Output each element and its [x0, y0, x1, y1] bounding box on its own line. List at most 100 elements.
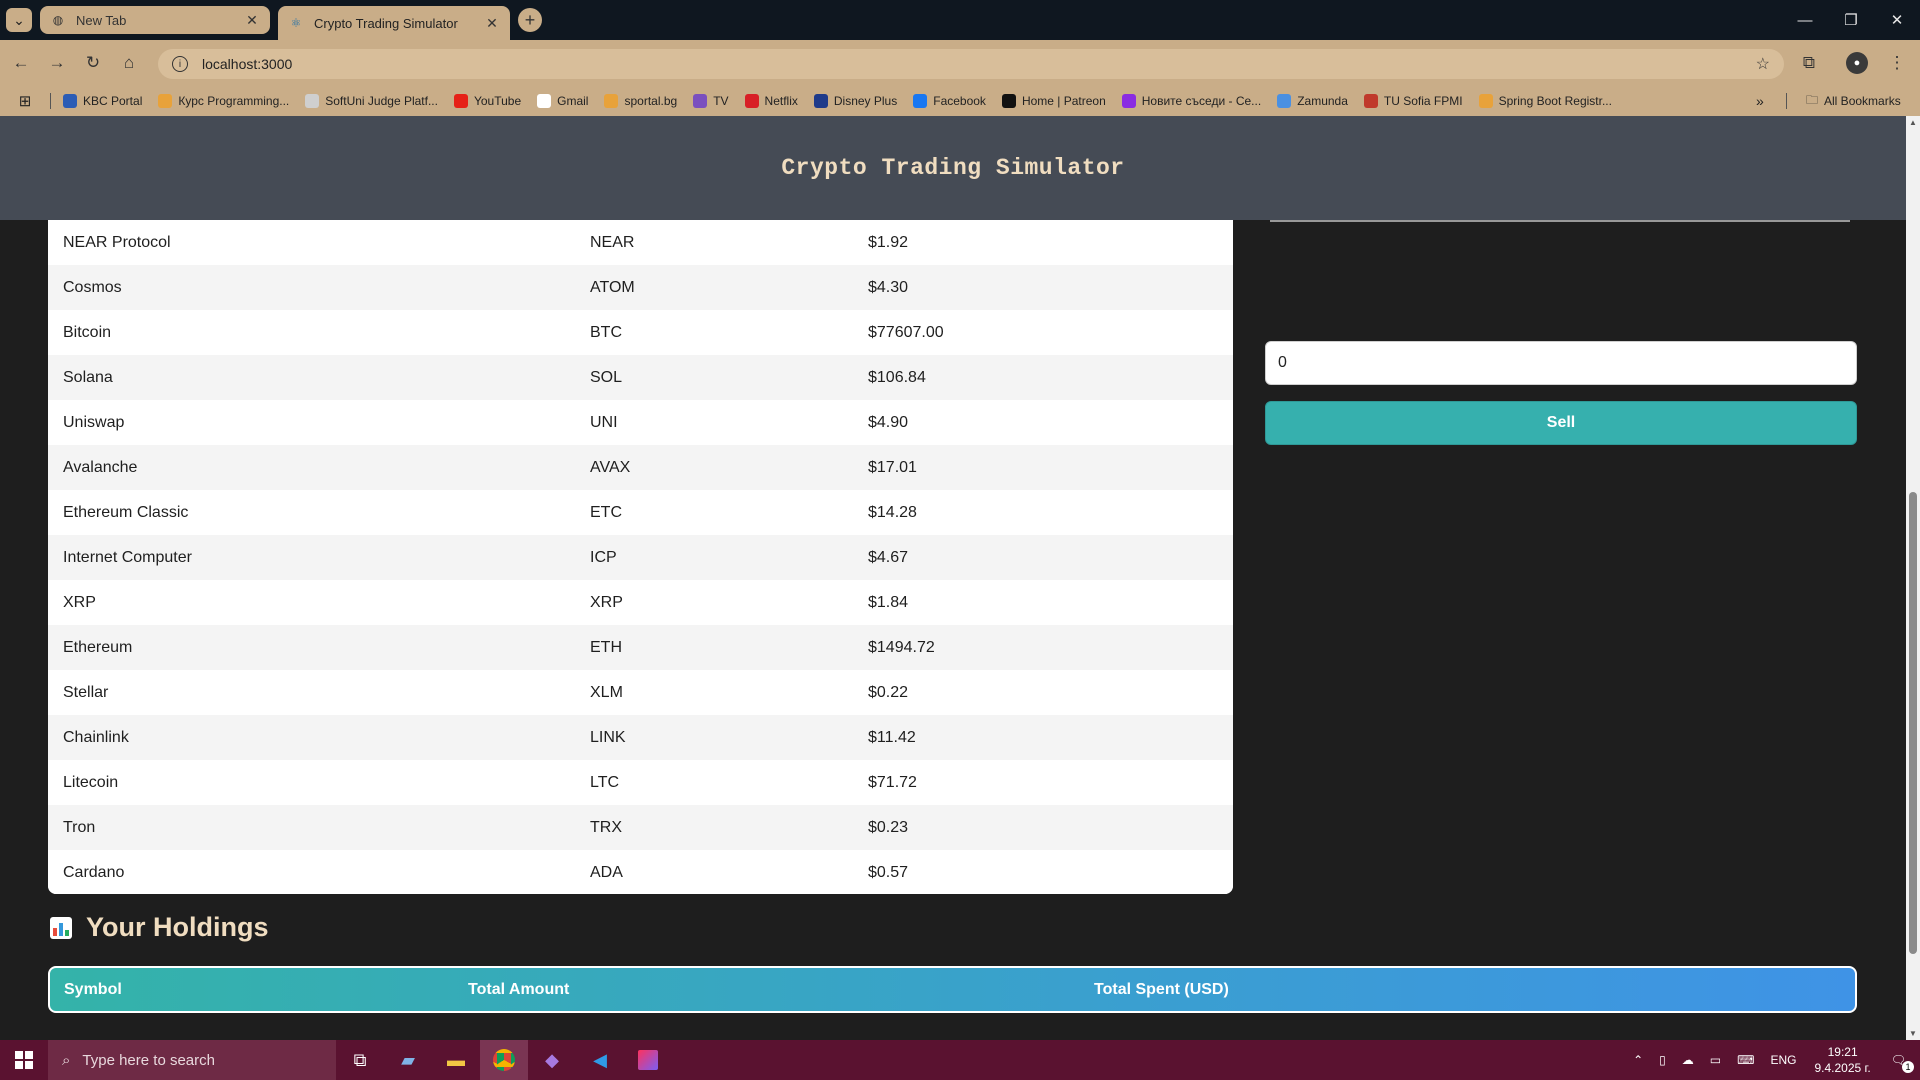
bookmark-item[interactable]: Disney Plus	[813, 94, 897, 108]
tab-search-button[interactable]: ⌄	[6, 8, 32, 32]
close-window-button[interactable]: ✕	[1874, 6, 1920, 34]
app-icon[interactable]: ▰	[384, 1040, 432, 1080]
crypto-name: Tron	[63, 818, 96, 836]
minimize-button[interactable]: —	[1782, 6, 1828, 34]
taskbar-search-box[interactable]: ⌕ Type here to search	[48, 1040, 336, 1080]
keyboard-icon[interactable]: ⌨	[1737, 1053, 1754, 1067]
language-indicator[interactable]: ENG	[1770, 1053, 1796, 1067]
app-title: Crypto Trading Simulator	[781, 155, 1125, 181]
play-icon	[1121, 94, 1136, 108]
more-bookmarks-icon[interactable]: »	[1756, 93, 1764, 109]
crypto-price: $1.92	[868, 233, 909, 251]
crypto-row[interactable]: Uniswap UNI $4.90	[48, 400, 1233, 445]
task-view-icon[interactable]: ⧉	[336, 1040, 384, 1080]
more-menu-icon[interactable]: ⋮	[1884, 50, 1910, 76]
scroll-up-icon[interactable]: ▲	[1906, 118, 1920, 127]
crypto-row[interactable]: Bitcoin BTC $77607.00	[48, 310, 1233, 355]
bookmark-item[interactable]: sportal.bg	[604, 94, 677, 108]
intellij-icon[interactable]	[624, 1040, 672, 1080]
crypto-row[interactable]: Cosmos ATOM $4.30	[48, 265, 1233, 310]
crypto-row[interactable]: Internet Computer ICP $4.67	[48, 535, 1233, 580]
crypto-row[interactable]: Chainlink LINK $11.42	[48, 715, 1233, 760]
crypto-price: $1.84	[868, 593, 909, 611]
scrollbar-thumb[interactable]	[1909, 492, 1917, 954]
profile-avatar[interactable]: ●	[1846, 52, 1868, 74]
crypto-row[interactable]: XRP XRP $1.84	[48, 580, 1233, 625]
apps-grid-icon[interactable]: ⊞	[0, 92, 50, 110]
url-text: localhost:3000	[202, 56, 293, 72]
bookmark-item[interactable]: Курс Programming...	[158, 94, 289, 108]
holdings-heading: Your Holdings	[50, 912, 269, 943]
crypto-symbol: SOL	[590, 368, 623, 386]
extensions-icon[interactable]: ⧉	[1796, 50, 1822, 76]
sell-button[interactable]: Sell	[1265, 401, 1857, 445]
bookmark-item[interactable]: Home | Patreon	[1001, 94, 1106, 108]
windows-logo-icon	[15, 1051, 33, 1069]
react-icon: ⚛	[290, 16, 302, 30]
new-tab-button[interactable]: +	[518, 8, 542, 32]
bookmark-star-icon[interactable]: ☆	[1756, 54, 1770, 74]
bookmark-item[interactable]: Zamunda	[1277, 94, 1348, 108]
home-icon[interactable]: ⌂	[116, 50, 142, 76]
zamunda-icon	[1277, 94, 1292, 108]
crypto-symbol: ETH	[590, 638, 622, 656]
bookmark-item[interactable]: Facebook	[913, 94, 986, 108]
notification-count: 1	[1902, 1061, 1914, 1073]
page-viewport: Crypto Trading Simulator NEAR Protocol NE…	[0, 116, 1920, 1040]
bookmark-label: Home | Patreon	[1021, 94, 1106, 108]
file-explorer-icon[interactable]: ▬	[432, 1040, 480, 1080]
crypto-row[interactable]: Stellar XLM $0.22	[48, 670, 1233, 715]
device-icon[interactable]: ▯	[1659, 1053, 1666, 1067]
windows-start-button[interactable]	[0, 1040, 48, 1080]
crypto-symbol: LINK	[590, 728, 626, 746]
chrome-icon[interactable]	[480, 1040, 528, 1080]
bookmark-item[interactable]: Gmail	[537, 94, 588, 108]
crypto-row[interactable]: Tron TRX $0.23	[48, 805, 1233, 850]
crypto-row[interactable]: NEAR Protocol NEAR $1.92	[48, 220, 1233, 265]
address-bar[interactable]: i localhost:3000 ☆	[158, 49, 1784, 79]
tab-new-tab[interactable]: ◍ New Tab ✕	[40, 6, 270, 34]
bookmark-item[interactable]: Spring Boot Registr...	[1478, 94, 1612, 108]
close-icon[interactable]: ✕	[244, 12, 260, 29]
clock[interactable]: 19:21 9.4.2025 г.	[1814, 1044, 1870, 1076]
site-info-icon[interactable]: i	[172, 56, 188, 72]
chevron-up-icon[interactable]: ⌃	[1633, 1053, 1643, 1067]
crypto-row[interactable]: Ethereum ETH $1494.72	[48, 625, 1233, 670]
crypto-price: $0.23	[868, 818, 909, 836]
crypto-symbol: ADA	[590, 863, 623, 881]
crypto-price: $1494.72	[868, 638, 935, 656]
crypto-row[interactable]: Solana SOL $106.84	[48, 355, 1233, 400]
bookmark-item[interactable]: TU Sofia FPMI	[1363, 94, 1463, 108]
crypto-symbol: NEAR	[590, 233, 635, 251]
network-icon[interactable]: ▭	[1710, 1053, 1721, 1067]
crypto-name: Ethereum Classic	[63, 503, 189, 521]
crypto-name: XRP	[63, 593, 96, 611]
close-icon[interactable]: ✕	[484, 15, 500, 32]
bookmark-item[interactable]: Новите съседи - Се...	[1121, 94, 1261, 108]
page-scrollbar[interactable]: ▲ ▼	[1906, 116, 1920, 1040]
all-bookmarks-folder[interactable]: 🗀 All Bookmarks	[1806, 91, 1901, 112]
reload-icon[interactable]: ↻	[80, 50, 106, 76]
forward-icon[interactable]: →	[44, 50, 70, 76]
bookmark-item[interactable]: SoftUni Judge Platf...	[305, 94, 438, 108]
cloud-icon[interactable]: ☁	[1682, 1053, 1694, 1067]
scroll-down-icon[interactable]: ▼	[1906, 1029, 1920, 1038]
crypto-row[interactable]: Ethereum Classic ETC $14.28	[48, 490, 1233, 535]
crypto-row[interactable]: Avalanche AVAX $17.01	[48, 445, 1233, 490]
column-header-total-amount: Total Amount	[468, 980, 570, 998]
restore-button[interactable]: ❐	[1828, 6, 1874, 34]
bookmark-item[interactable]: Netflix	[744, 94, 798, 108]
bookmark-item[interactable]: TV	[693, 94, 729, 108]
bookmark-item[interactable]: YouTube	[453, 94, 521, 108]
crypto-name: Bitcoin	[63, 323, 112, 341]
back-icon[interactable]: ←	[8, 50, 34, 76]
crypto-row[interactable]: Cardano ADA $0.57	[48, 850, 1233, 894]
visual-studio-icon[interactable]: ◆	[528, 1040, 576, 1080]
notifications-icon[interactable]: 🗨 1	[1891, 1053, 1914, 1073]
sell-amount-input[interactable]	[1265, 341, 1857, 385]
crypto-row[interactable]: Litecoin LTC $71.72	[48, 760, 1233, 805]
tab-crypto-trading-simulator[interactable]: ⚛ Crypto Trading Simulator ✕	[278, 6, 510, 40]
softuni-icon	[158, 94, 173, 108]
bookmark-item[interactable]: KBC Portal	[63, 94, 142, 108]
vscode-icon[interactable]: ◀	[576, 1040, 624, 1080]
